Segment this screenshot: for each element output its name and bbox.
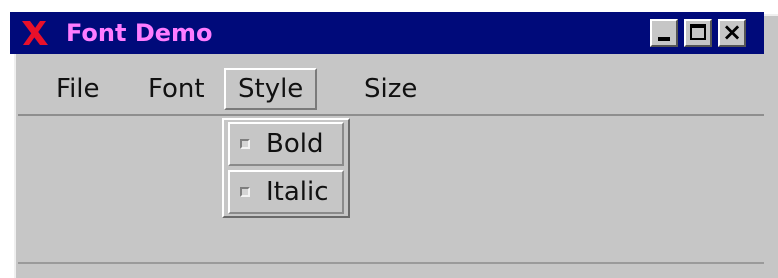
menu-item-italic[interactable]: Italic <box>228 170 344 214</box>
close-icon: × <box>721 18 743 46</box>
bold-checkbox[interactable] <box>240 139 250 149</box>
menu-item-bold[interactable]: Bold <box>228 122 344 166</box>
window-title: Font Demo <box>66 19 213 47</box>
menu-style[interactable]: Style <box>224 68 318 110</box>
style-dropdown-menu: Bold Italic <box>222 118 350 218</box>
window-bottom-edge <box>18 262 764 264</box>
menu-file[interactable]: File <box>44 68 112 110</box>
menu-font[interactable]: Font <box>136 68 217 110</box>
minimize-icon <box>658 37 670 41</box>
maximize-icon <box>690 24 706 40</box>
minimize-button[interactable] <box>650 19 678 47</box>
title-bar[interactable]: Font Demo × <box>10 12 764 54</box>
bold-label: Bold <box>266 129 324 159</box>
x-logo-icon <box>20 20 50 46</box>
menu-bar: File Font Style Size <box>18 64 764 116</box>
italic-checkbox[interactable] <box>240 187 250 197</box>
italic-label: Italic <box>266 177 329 207</box>
close-button[interactable]: × <box>718 18 746 47</box>
menu-size[interactable]: Size <box>352 68 429 110</box>
maximize-button[interactable] <box>684 19 712 47</box>
